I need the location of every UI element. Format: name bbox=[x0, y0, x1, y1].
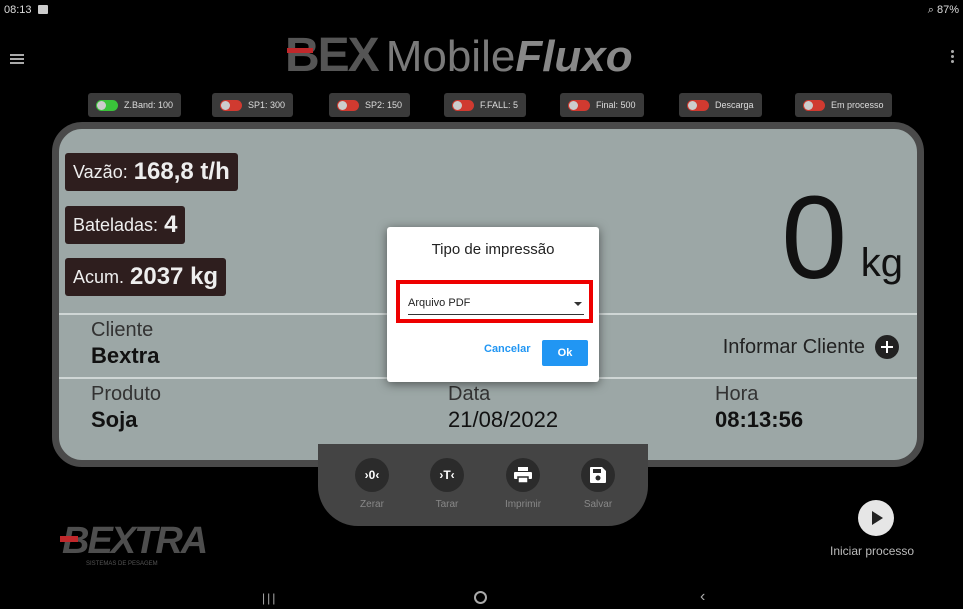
dialog-title: Tipo de impressão bbox=[431, 241, 555, 258]
highlight-box: Arquivo PDF bbox=[396, 280, 593, 323]
print-type-select[interactable]: Arquivo PDF bbox=[408, 297, 584, 315]
modal-overlay: Tipo de impressão Cancelar Ok Arquivo PD… bbox=[0, 0, 963, 609]
ok-button[interactable]: Ok bbox=[542, 340, 588, 366]
cancel-button[interactable]: Cancelar bbox=[484, 343, 530, 355]
dropdown-arrow-icon bbox=[574, 302, 582, 306]
